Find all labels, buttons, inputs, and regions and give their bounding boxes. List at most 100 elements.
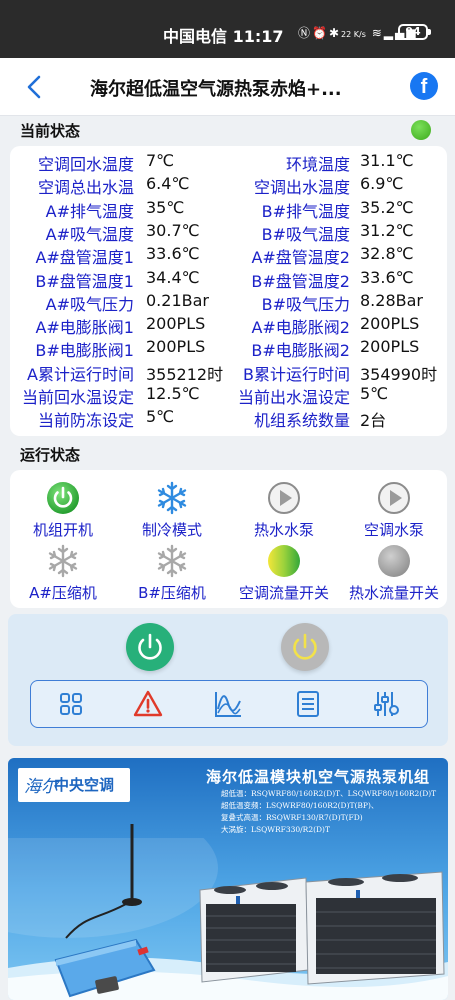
- grid-icon[interactable]: [56, 689, 86, 719]
- app-bar: 海尔超低温空气源热泵赤焰+... f: [0, 58, 455, 116]
- status-row: B#电膨胀阀1 200PLS B#电膨胀阀2 200PLS: [10, 337, 447, 360]
- battery-icon: 94: [398, 24, 431, 40]
- status-label: B累计运行时间: [243, 364, 350, 384]
- op-label: 空调流量开关: [238, 584, 329, 602]
- pump-play-icon: [268, 482, 300, 514]
- operating-status-card: 机组开机 制冷模式 热水水泵 空调水泵 A#压缩机 B#压缩机 空调流量开关 热…: [10, 470, 447, 608]
- online-status-indicator: [411, 120, 431, 140]
- operating-status-title: 运行状态: [20, 446, 81, 464]
- op-compressor-a: A#压缩机: [8, 543, 118, 603]
- status-row: A#盘管温度1 33.6℃ A#盘管温度2 32.8℃: [10, 244, 447, 267]
- heat-pump-units-image: [199, 871, 445, 985]
- op-hot-water-pump: 热水水泵: [229, 480, 339, 540]
- status-label: A#电膨胀阀1: [35, 318, 134, 338]
- op-ac-water-pump: 空调水泵: [339, 480, 449, 540]
- power-off-icon: [293, 633, 317, 660]
- status-label: A#电膨胀阀2: [251, 318, 350, 338]
- wifi-icon: ≋: [371, 26, 384, 40]
- banner-model-line: 复叠式高温：RSQWRF130/R7(D)T(FD): [221, 813, 363, 822]
- chevron-left-icon[interactable]: [22, 74, 48, 100]
- op-label: 热水流量开关: [348, 584, 439, 602]
- status-value: 5℃: [146, 407, 175, 427]
- banner-model-line: 超低温变频：LSQWRF80/160R2(D)T(BP)、: [221, 801, 379, 810]
- status-label: 空调回水温度: [37, 155, 134, 174]
- status-label: 机组系统数量: [253, 411, 350, 431]
- status-row: 当前防冻设定 5℃ 机组系统数量 2台: [10, 407, 447, 430]
- status-row: A#吸气温度 30.7℃ B#吸气温度 31.2℃: [10, 221, 447, 244]
- battery-level: 94: [405, 25, 421, 38]
- status-label: 当前防冻设定: [37, 411, 134, 431]
- power-on-button[interactable]: [126, 623, 174, 671]
- banner-model-line: 超低温：RSQWRF80/160R2(D)T、LSQWRF80/160R2(D)…: [221, 789, 437, 798]
- op-hot-water-flow-switch: 热水流量开关: [339, 543, 449, 603]
- page-title: 海尔超低温空气源热泵赤焰+...: [90, 79, 342, 100]
- status-label: A#吸气温度: [45, 224, 134, 244]
- status-value: 200PLS: [360, 314, 420, 334]
- status-value: 200PLS: [146, 314, 206, 334]
- status-value: 200PLS: [146, 337, 206, 357]
- op-label: A#压缩机: [29, 584, 97, 602]
- power-off-button[interactable]: [281, 623, 329, 671]
- op-label: 机组开机: [32, 521, 93, 539]
- snowflake-icon: [157, 481, 187, 515]
- status-row: 空调回水温度 7℃ 环境温度 31.1℃: [10, 151, 447, 174]
- alarm-icon: ⏰: [312, 26, 329, 40]
- function-toolbar: [30, 680, 428, 728]
- current-status-card: 空调回水温度 7℃ 环境温度 31.1℃ 空调总出水温 6.4℃ 空调出水温度 6.9℃ A#排…: [10, 146, 447, 436]
- haier-logo-text: 中央空调: [54, 776, 115, 794]
- status-label: A#盘管温度1: [35, 248, 134, 268]
- power-on-icon: [47, 482, 79, 514]
- status-label: B#电膨胀阀2: [251, 341, 350, 361]
- status-value: 6.4℃: [146, 174, 190, 194]
- status-value: 33.6℃: [360, 267, 414, 287]
- status-label: B#盘管温度1: [35, 271, 134, 291]
- status-row: A#排气温度 35℃ B#排气温度 35.2℃: [10, 198, 447, 221]
- snowflake-icon: [48, 544, 78, 578]
- banner-model-line: 大涡旋：LSQWRF330/R2(D)T: [221, 825, 330, 834]
- status-row: A累计运行时间 355212时 B累计运行时间 354990时: [10, 361, 447, 384]
- status-label: 空调出水温度: [253, 178, 350, 198]
- status-label: B#吸气温度: [261, 224, 350, 244]
- status-value: 200PLS: [360, 337, 420, 357]
- status-label: A#排气温度: [45, 201, 134, 221]
- op-label: B#压缩机: [138, 584, 206, 602]
- list-icon[interactable]: [293, 689, 323, 719]
- op-label: 制冷模式: [141, 521, 202, 539]
- status-row: 当前回水温设定 12.5℃ 当前出水温设定 5℃: [10, 384, 447, 407]
- status-label: A#吸气压力: [45, 294, 134, 314]
- status-value: 31.2℃: [360, 220, 414, 240]
- banner-title: 海尔低温模块机空气源热泵机组: [206, 768, 431, 786]
- flow-switch-off-icon: [378, 545, 410, 577]
- power-on-icon: [138, 633, 162, 660]
- snowflake-icon: [157, 544, 187, 578]
- status-label: B#吸气压力: [261, 294, 350, 314]
- status-row: 空调总出水温 6.4℃ 空调出水温度 6.9℃: [10, 174, 447, 197]
- status-value: 354990时: [360, 364, 438, 384]
- status-value: 2台: [360, 411, 387, 431]
- haier-logo-signature: 海尔: [24, 777, 58, 797]
- op-compressor-b: B#压缩机: [117, 543, 227, 603]
- op-ac-flow-switch: 空调流量开关: [229, 543, 339, 603]
- op-cooling-mode: 制冷模式: [117, 480, 227, 540]
- product-banner[interactable]: 海尔 中央空调 海尔低温模块机空气源热泵机组 超低温：RSQWRF80/160R…: [8, 758, 448, 1000]
- current-status-title: 当前状态: [20, 122, 81, 140]
- bluetooth-icon: ✱: [328, 26, 342, 40]
- alarm-warning-icon[interactable]: [133, 689, 163, 719]
- settings-sliders-icon[interactable]: [371, 689, 401, 719]
- status-label: A累计运行时间: [27, 364, 134, 384]
- status-value: 32.8℃: [360, 244, 414, 264]
- status-row: A#电膨胀阀1 200PLS A#电膨胀阀2 200PLS: [10, 314, 447, 337]
- status-value: 35℃: [146, 197, 185, 217]
- status-label: B#盘管温度2: [251, 271, 350, 291]
- status-value: 7℃: [146, 151, 175, 170]
- flow-switch-on-icon: [268, 545, 300, 577]
- status-label: 当前出水温设定: [237, 388, 350, 407]
- pump-play-icon: [378, 482, 410, 514]
- facebook-icon[interactable]: f: [410, 72, 438, 100]
- system-status-bar: 中国电信 11:17 Ⓝ⏰✱22 K/s ≋▂▄▆ 94: [0, 0, 455, 58]
- status-row: B#盘管温度1 34.4℃ B#盘管温度2 33.6℃: [10, 268, 447, 291]
- status-value: 5℃: [360, 384, 389, 403]
- nfc-icon: Ⓝ: [298, 26, 313, 40]
- chart-icon[interactable]: [213, 689, 243, 719]
- status-value: 8.28Bar: [360, 290, 423, 310]
